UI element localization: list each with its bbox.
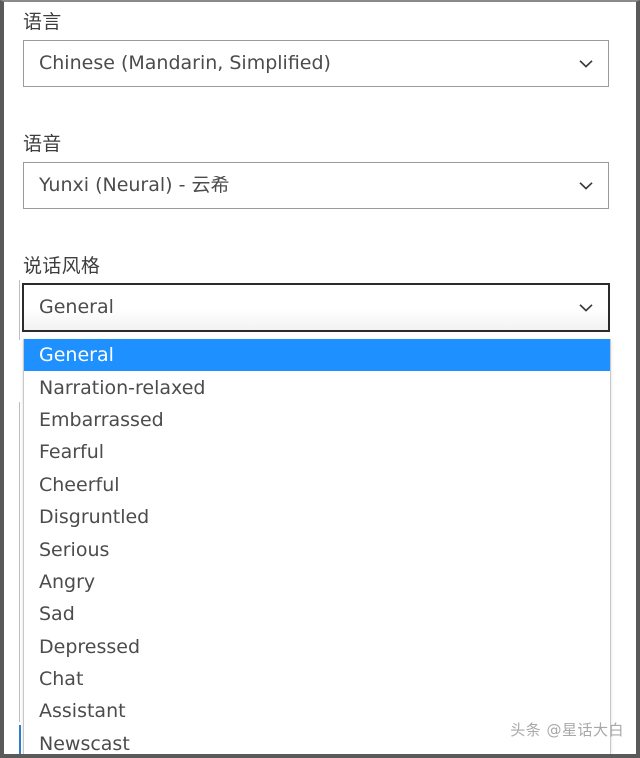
label-voice: 语音	[23, 133, 62, 155]
dropdown-option[interactable]: Depressed	[24, 631, 610, 663]
select-voice[interactable]: Yunxi (Neural) - 云希	[23, 162, 609, 209]
chevron-down-icon	[578, 56, 594, 72]
field-language: 语言 Chinese (Mandarin, Simplified)	[23, 10, 609, 87]
dropdown-option[interactable]: Chat	[24, 663, 610, 695]
page-body: 语言 Chinese (Mandarin, Simplified) 语音 Yun…	[4, 2, 636, 754]
window-content: 语言 Chinese (Mandarin, Simplified) 语音 Yun…	[4, 2, 636, 754]
panel-left-rule-active	[19, 725, 21, 754]
dropdown-option[interactable]: Angry	[24, 566, 610, 598]
dropdown-option[interactable]: Narration-relaxed	[24, 371, 610, 403]
dropdown-option[interactable]: Fearful	[24, 436, 610, 468]
panel-left-rule	[19, 280, 20, 340]
select-language-value: Chinese (Mandarin, Simplified)	[39, 54, 331, 73]
select-language[interactable]: Chinese (Mandarin, Simplified)	[23, 40, 609, 87]
select-voice-value: Yunxi (Neural) - 云希	[39, 176, 230, 195]
dropdown-list-speaking-style[interactable]: General Narration-relaxed Embarrassed Fearf…	[23, 339, 611, 754]
dropdown-option[interactable]: Disgruntled	[24, 501, 610, 533]
panel-left-rule	[19, 402, 20, 722]
label-language: 语言	[23, 11, 62, 33]
select-speaking-style[interactable]: General	[22, 283, 610, 332]
field-voice: 语音 Yunxi (Neural) - 云希	[23, 132, 609, 209]
dropdown-option[interactable]: Embarrassed	[24, 404, 610, 436]
dropdown-option[interactable]: General	[24, 339, 610, 372]
field-speaking-style: 说话风格 General	[22, 254, 610, 332]
window-frame: 语言 Chinese (Mandarin, Simplified) 语音 Yun…	[0, 0, 640, 758]
chevron-down-icon	[578, 300, 594, 316]
select-speaking-style-value: General	[39, 298, 114, 317]
chevron-down-icon	[578, 178, 594, 194]
dropdown-option[interactable]: Sad	[24, 598, 610, 630]
watermark: 头条 @星话大白	[510, 721, 624, 739]
dropdown-option[interactable]: Cheerful	[24, 469, 610, 501]
label-speaking-style: 说话风格	[23, 255, 101, 277]
dropdown-option[interactable]: Serious	[24, 533, 610, 565]
